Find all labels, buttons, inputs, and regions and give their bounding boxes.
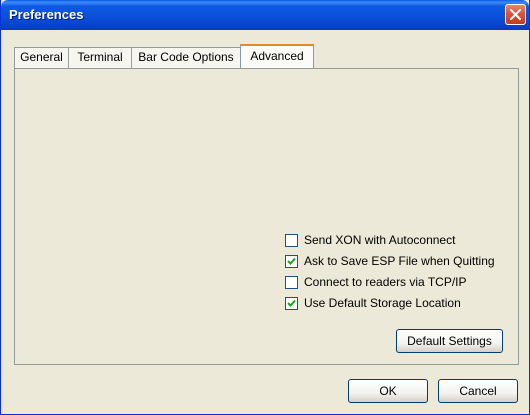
checkmark-icon [287,257,296,265]
send-xon-label: Send XON with Autoconnect [304,233,456,247]
option-send-xon[interactable]: Send XON with Autoconnect [285,232,455,248]
cancel-button[interactable]: Cancel [438,379,518,403]
default-storage-label: Use Default Storage Location [304,296,461,310]
advanced-tab-panel: Send XON with Autoconnect Ask to Save ES… [14,68,519,365]
ok-button[interactable]: OK [348,379,428,403]
ask-save-esp-checkbox[interactable] [285,254,298,268]
close-icon [510,9,521,20]
ask-save-esp-label: Ask to Save ESP File when Quitting [304,254,495,268]
tab-terminal[interactable]: Terminal [68,47,132,68]
tab-bar-code-options[interactable]: Bar Code Options [131,47,241,68]
checkmark-icon [287,299,296,307]
close-button[interactable] [505,4,526,25]
option-connect-tcpip[interactable]: Connect to readers via TCP/IP [285,274,467,290]
option-default-storage[interactable]: Use Default Storage Location [285,295,461,311]
connect-tcpip-label: Connect to readers via TCP/IP [304,275,467,289]
title-bar[interactable]: Preferences [1,0,529,30]
send-xon-checkbox[interactable] [285,233,298,247]
tab-advanced[interactable]: Advanced [240,44,314,68]
preferences-dialog: Preferences General Terminal Bar Code Op… [0,0,530,415]
default-storage-checkbox[interactable] [285,296,298,310]
option-ask-save-esp[interactable]: Ask to Save ESP File when Quitting [285,253,495,269]
default-settings-button[interactable]: Default Settings [396,329,503,353]
tab-general[interactable]: General [14,47,69,68]
window-title: Preferences [9,7,84,22]
connect-tcpip-checkbox[interactable] [285,275,298,289]
